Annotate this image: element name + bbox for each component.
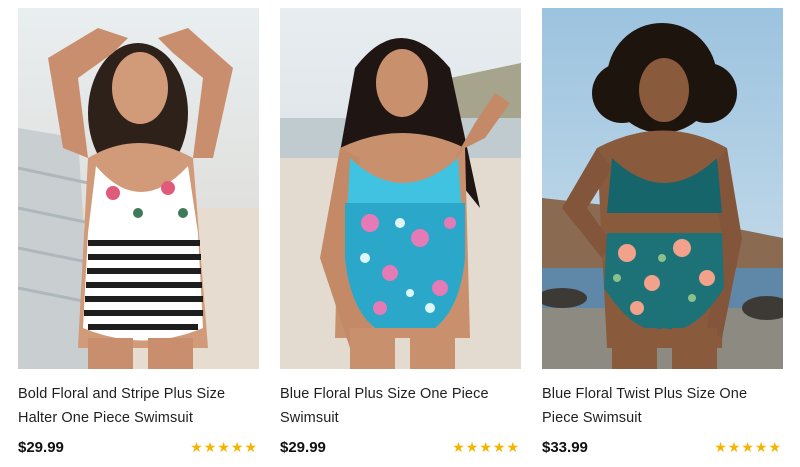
product-price: $33.99	[542, 438, 588, 456]
star-icon: ★	[741, 439, 754, 455]
product-title[interactable]: Bold Floral and Stripe Plus Size Halter …	[18, 382, 259, 430]
star-icon: ★	[203, 439, 217, 455]
product-meta: $29.99 ★ ★ ★ ★ ★	[280, 436, 521, 458]
rating-stars: ★ ★ ★ ★ ★	[452, 440, 519, 454]
product-title[interactable]: Blue Floral Plus Size One Piece Swimsuit	[280, 382, 521, 430]
product-card[interactable]: Blue Floral Plus Size One Piece Swimsuit…	[280, 8, 521, 458]
star-icon: ★	[506, 439, 519, 455]
star-icon: ★	[479, 439, 492, 455]
product-grid: Bold Floral and Stripe Plus Size Halter …	[0, 0, 800, 467]
product-image[interactable]	[18, 8, 259, 369]
product-price: $29.99	[18, 438, 64, 456]
star-icon: ★	[465, 439, 479, 455]
rating-stars: ★ ★ ★ ★ ★	[714, 440, 781, 454]
product-meta: $29.99 ★ ★ ★ ★ ★	[18, 436, 259, 458]
swimsuit-model-photo-icon	[542, 8, 783, 369]
rating-stars: ★ ★ ★ ★ ★	[190, 440, 257, 454]
swimsuit-model-photo-icon	[18, 8, 259, 369]
star-icon: ★	[727, 439, 741, 455]
product-image[interactable]	[542, 8, 783, 369]
star-icon: ★	[768, 439, 781, 455]
star-icon: ★	[492, 439, 506, 455]
product-price: $29.99	[280, 438, 326, 456]
product-card[interactable]: Blue Floral Twist Plus Size One Piece Sw…	[542, 8, 783, 458]
star-icon: ★	[244, 439, 257, 455]
star-icon: ★	[754, 439, 768, 455]
star-icon: ★	[452, 439, 465, 455]
swimsuit-model-photo-icon	[280, 8, 521, 369]
star-icon: ★	[714, 439, 727, 455]
star-icon: ★	[230, 439, 244, 455]
product-meta: $33.99 ★ ★ ★ ★ ★	[542, 436, 783, 458]
star-icon: ★	[217, 439, 230, 455]
product-title[interactable]: Blue Floral Twist Plus Size One Piece Sw…	[542, 382, 783, 430]
product-image[interactable]	[280, 8, 521, 369]
product-card[interactable]: Bold Floral and Stripe Plus Size Halter …	[18, 8, 259, 458]
star-icon: ★	[190, 439, 203, 455]
